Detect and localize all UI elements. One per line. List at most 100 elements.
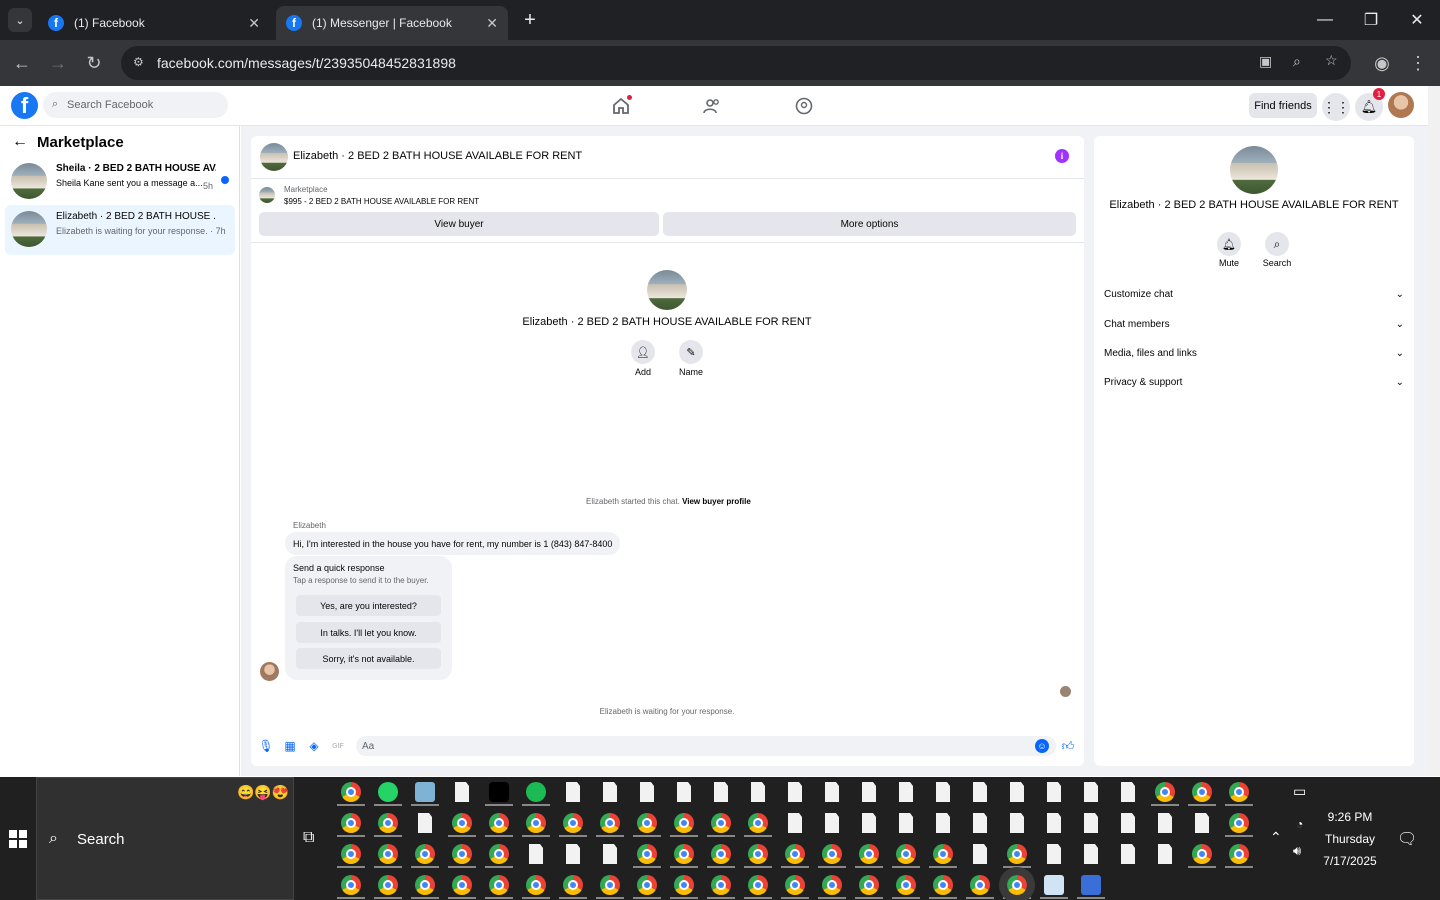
mute-button[interactable]: 🔔︎ [1217,232,1241,256]
file-taskbar-icon[interactable] [1158,813,1172,833]
chat-title[interactable]: Elizabeth · 2 BED 2 BATH HOUSE AVAILABLE… [293,150,582,162]
view-buyer-profile-link[interactable]: View buyer profile [682,497,751,506]
add-people-button[interactable]: 👤︎ [631,340,655,364]
restore-button[interactable]: ❐ [1348,0,1394,40]
close-tab-icon[interactable]: ✕ [248,15,260,32]
file-taskbar-icon[interactable] [640,782,654,802]
file-taskbar-icon[interactable] [1195,813,1209,833]
file-taskbar-icon[interactable] [714,782,728,802]
file-taskbar-icon[interactable] [788,813,802,833]
file-taskbar-icon[interactable] [566,844,580,864]
address-bar[interactable]: ⚙ facebook.com/messages/t/23935048452831… [121,46,1351,80]
chrome-taskbar-icon[interactable] [489,844,509,864]
chrome-taskbar-icon[interactable] [600,813,620,833]
chrome-taskbar-icon[interactable] [822,844,842,864]
find-friends-button[interactable]: Find friends [1249,93,1317,118]
chrome-taskbar-icon[interactable] [1192,844,1212,864]
file-taskbar-icon[interactable] [603,844,617,864]
chrome-taskbar-icon[interactable] [1155,782,1175,802]
notepad-taskbar-icon[interactable] [415,782,435,802]
search-conversation-button[interactable]: ⌕ [1265,232,1289,256]
chrome-taskbar-icon[interactable] [748,875,768,895]
facebook-logo-icon[interactable]: f [11,92,38,119]
message-input[interactable]: Aa ☺ [356,736,1056,756]
chrome-taskbar-icon[interactable] [637,813,657,833]
close-tab-icon[interactable]: ✕ [486,15,498,32]
view-buyer-button[interactable]: View buyer [259,212,659,236]
chrome-taskbar-icon[interactable] [341,844,361,864]
chrome-taskbar-icon[interactable] [563,813,583,833]
listing-title[interactable]: $995 - 2 BED 2 BATH HOUSE AVAILABLE FOR … [284,197,479,206]
chrome-taskbar-icon[interactable] [452,875,472,895]
chat-avatar[interactable] [260,143,288,171]
chrome-taskbar-icon[interactable] [452,844,472,864]
clock-day[interactable]: Thursday [1320,832,1380,846]
reload-button[interactable]: ↻ [81,50,107,76]
microphone-icon[interactable]: 🎙︎ [258,739,273,753]
tray-device-icon[interactable]: ▭ [1293,783,1306,800]
groups-icon[interactable] [792,94,816,118]
file-taskbar-icon[interactable] [825,782,839,802]
chrome-taskbar-icon[interactable] [415,844,435,864]
file-taskbar-icon[interactable] [1010,813,1024,833]
chrome-taskbar-icon[interactable] [711,813,731,833]
file-taskbar-icon[interactable] [1121,844,1135,864]
file-taskbar-icon[interactable] [677,782,691,802]
chrome-taskbar-icon[interactable] [674,813,694,833]
chrome-taskbar-icon[interactable] [1229,813,1249,833]
back-arrow-icon[interactable]: ← [12,133,28,151]
whatsapp-taskbar-icon[interactable] [378,782,398,802]
tab-facebook[interactable]: f (1) Facebook ✕ [38,6,270,40]
attach-photo-icon[interactable]: ▦ [283,739,297,753]
conversation-item[interactable]: Elizabeth · 2 BED 2 BATH HOUSE ... Eliza… [5,205,235,255]
page-scrollbar[interactable] [1428,86,1440,776]
file-taskbar-icon[interactable] [603,782,617,802]
menu-kebab-icon[interactable]: ⋮ [1405,50,1431,76]
notification-center-icon[interactable]: 🗨︎ [1397,829,1417,849]
file-taskbar-icon[interactable] [1047,782,1061,802]
file-taskbar-icon[interactable] [1084,782,1098,802]
facebook-search-input[interactable]: ⌕ Search Facebook [43,92,228,118]
chrome-taskbar-icon[interactable] [711,875,731,895]
chrome-taskbar-icon[interactable] [1192,782,1212,802]
profile-icon[interactable]: ◉ [1369,50,1395,76]
section-media-files-links[interactable]: Media, files and links ⌄ [1104,348,1404,359]
chrome-taskbar-icon[interactable] [415,875,435,895]
file-taskbar-icon[interactable] [899,782,913,802]
file-taskbar-icon[interactable] [455,782,469,802]
file-taskbar-icon[interactable] [751,782,765,802]
chrome-taskbar-icon[interactable] [748,813,768,833]
file-taskbar-icon[interactable] [973,813,987,833]
file-taskbar-icon[interactable] [1158,844,1172,864]
emoji-icon[interactable]: ☺ [1035,739,1049,753]
quick-reply-button[interactable]: Sorry, it's not available. [296,648,441,669]
tiktok-taskbar-icon[interactable] [489,782,509,802]
zoom-icon[interactable]: ⌕ [1293,53,1301,70]
file-taskbar-icon[interactable] [862,813,876,833]
install-app-icon[interactable]: ▣ [1259,53,1272,70]
chrome-taskbar-icon[interactable] [822,875,842,895]
file-taskbar-icon[interactable] [936,782,950,802]
new-tab-button[interactable]: + [518,8,542,32]
chrome-taskbar-icon[interactable] [999,867,1035,900]
close-window-button[interactable]: ✕ [1394,0,1440,40]
chrome-taskbar-icon[interactable] [1229,782,1249,802]
chrome-taskbar-icon[interactable] [452,813,472,833]
chrome-taskbar-icon[interactable] [896,844,916,864]
chrome-taskbar-icon[interactable] [674,844,694,864]
site-info-icon[interactable]: ⚙ [133,55,144,69]
file-taskbar-icon[interactable] [1084,844,1098,864]
file-taskbar-icon[interactable] [973,844,987,864]
spotify-taskbar-icon[interactable] [526,782,546,802]
chrome-taskbar-icon[interactable] [785,875,805,895]
chrome-taskbar-icon[interactable] [1007,844,1027,864]
file-taskbar-icon[interactable] [825,813,839,833]
tab-messenger[interactable]: f (1) Messenger | Facebook ✕ [276,6,508,40]
chrome-taskbar-icon[interactable] [526,875,546,895]
chrome-taskbar-icon[interactable] [341,782,361,802]
chrome-taskbar-icon[interactable] [859,844,879,864]
volume-icon[interactable]: 🔊︎ [1293,843,1301,859]
tab-search-button[interactable]: ⌄ [8,8,32,32]
file-taskbar-icon[interactable] [1121,813,1135,833]
chrome-taskbar-icon[interactable] [896,875,916,895]
